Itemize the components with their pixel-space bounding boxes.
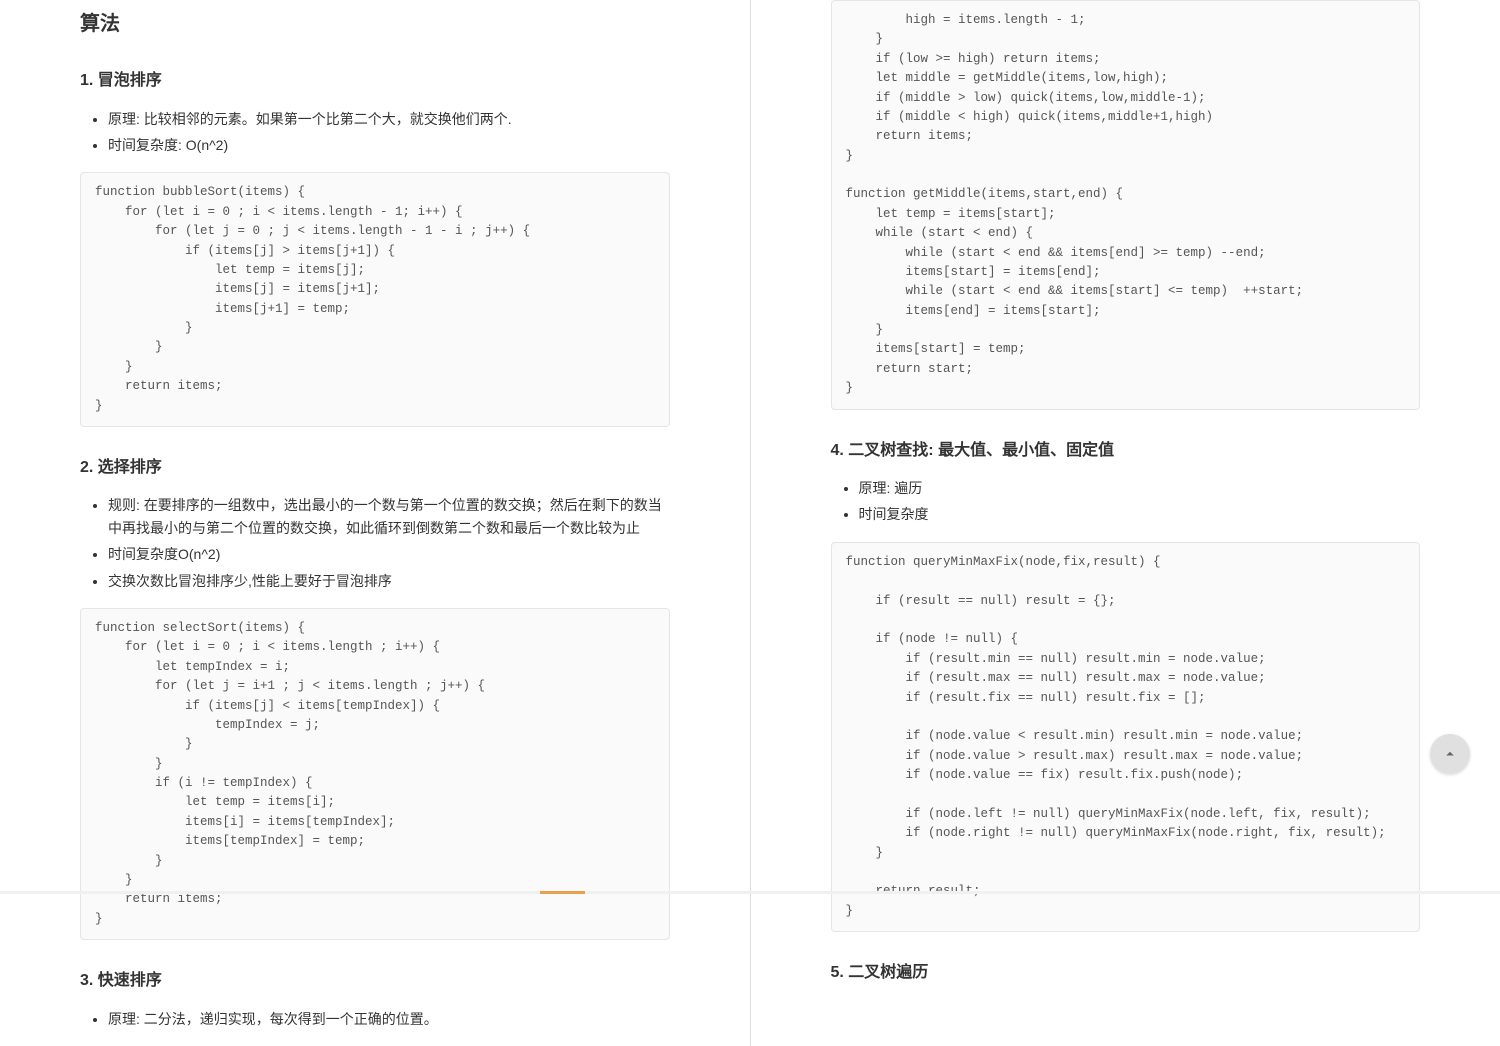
chevron-up-icon — [1441, 745, 1459, 763]
list-item: 原理: 二分法，递归实现，每次得到一个正确的位置。 — [108, 1008, 670, 1030]
list-item: 时间复杂度: O(n^2) — [108, 134, 670, 156]
right-column: high = items.length - 1; } if (low >= hi… — [751, 0, 1500, 1046]
top-code-continuation[interactable]: high = items.length - 1; } if (low >= hi… — [831, 0, 1421, 410]
section-1-bullets: 原理: 比较相邻的元素。如果第一个比第二个大，就交换他们两个. 时间复杂度: O… — [80, 108, 670, 157]
scroll-to-top-button[interactable] — [1430, 734, 1470, 774]
list-item: 原理: 比较相邻的元素。如果第一个比第二个大，就交换他们两个. — [108, 108, 670, 130]
main-title: 算法 — [80, 8, 670, 40]
left-column: 算法 1. 冒泡排序 原理: 比较相邻的元素。如果第一个比第二个大，就交换他们两… — [0, 0, 751, 1046]
section-4-code[interactable]: function queryMinMaxFix(node,fix,result)… — [831, 542, 1421, 932]
page-container: 算法 1. 冒泡排序 原理: 比较相邻的元素。如果第一个比第二个大，就交换他们两… — [0, 0, 1500, 1046]
section-2-heading: 2. 选择排序 — [80, 455, 670, 481]
list-item: 时间复杂度O(n^2) — [108, 543, 670, 565]
section-2-bullets: 规则: 在要排序的一组数中，选出最小的一个数与第一个位置的数交换；然后在剩下的数… — [80, 494, 670, 592]
section-4-bullets: 原理: 遍历 时间复杂度 — [831, 477, 1421, 526]
list-item: 时间复杂度 — [859, 503, 1421, 525]
section-5-heading: 5. 二叉树遍历 — [831, 960, 1421, 986]
list-item: 交换次数比冒泡排序少,性能上要好于冒泡排序 — [108, 570, 670, 592]
section-1-code[interactable]: function bubbleSort(items) { for (let i … — [80, 172, 670, 427]
list-item: 原理: 遍历 — [859, 477, 1421, 499]
section-1-heading: 1. 冒泡排序 — [80, 68, 670, 94]
section-3-bullets: 原理: 二分法，递归实现，每次得到一个正确的位置。 — [80, 1008, 670, 1030]
section-3-heading: 3. 快速排序 — [80, 968, 670, 994]
section-4-heading: 4. 二叉树查找: 最大值、最小值、固定值 — [831, 438, 1421, 464]
list-item: 规则: 在要排序的一组数中，选出最小的一个数与第一个位置的数交换；然后在剩下的数… — [108, 494, 670, 539]
